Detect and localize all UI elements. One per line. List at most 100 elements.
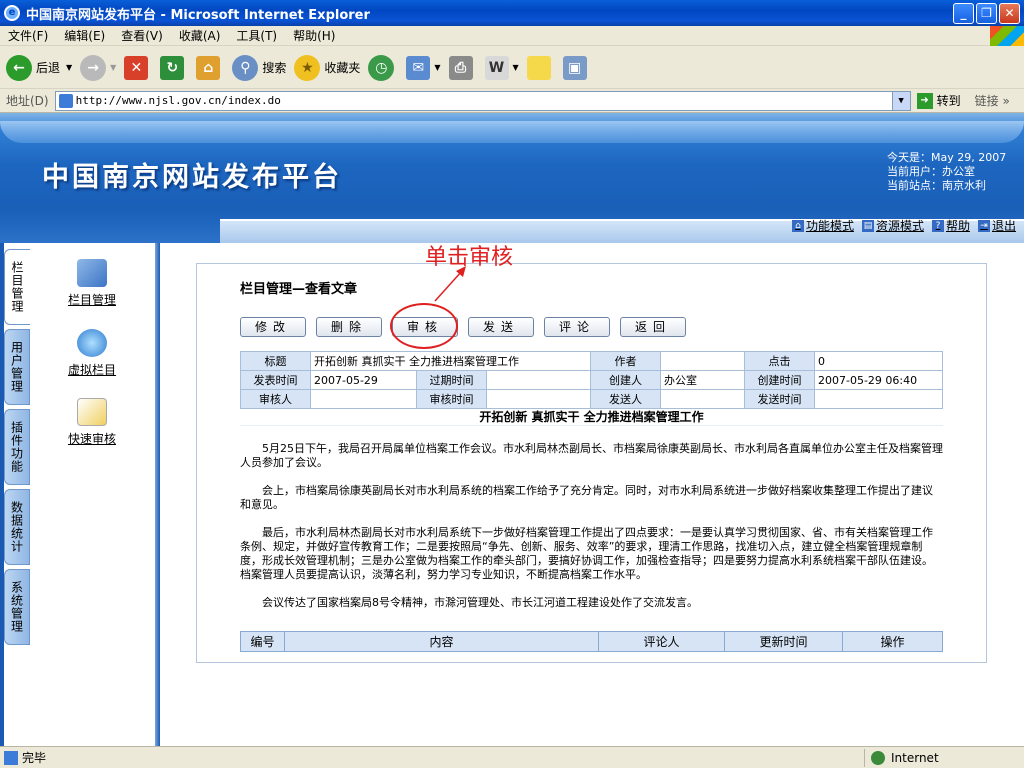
shortcut-column-management[interactable]: 栏目管理 <box>60 259 124 308</box>
star-icon: ★ <box>294 54 321 81</box>
back-button[interactable]: ← 后退 ▼ <box>6 54 72 81</box>
title-label: 标题 <box>240 351 311 371</box>
send-button[interactable]: 发送 <box>468 317 534 337</box>
virtual-column-icon <box>77 329 107 357</box>
stop-button[interactable]: ✕ <box>124 55 152 80</box>
comment-button[interactable]: 评论 <box>544 317 610 337</box>
links-button[interactable]: 链接 » <box>975 92 1010 109</box>
tab-plugins[interactable]: 插件功能 <box>4 409 30 485</box>
edit-dropdown-icon[interactable]: ▼ <box>513 63 519 72</box>
menu-favorites[interactable]: 收藏(A) <box>179 27 221 44</box>
article-meta-table: 标题 开拓创新 真抓实干 全力推进档案管理工作 作者 点击 0 发表时间 200… <box>240 351 943 409</box>
search-button[interactable]: ⚲ 搜索 <box>232 54 286 81</box>
side-tabs: 栏目管理 用户管理 插件功能 数据统计 系统管理 <box>4 249 30 649</box>
article-paragraph: 5月25日下午，我局召开局属单位档案工作会议。市水利局林杰副局长、市档案局徐康英… <box>240 442 943 469</box>
back-dropdown-icon[interactable]: ▼ <box>66 63 72 72</box>
menu-bar: 文件(F) 编辑(E) 查看(V) 收藏(A) 工具(T) 帮助(H) <box>0 26 1024 46</box>
window-titlebar: e 中国南京网站发布平台 - Microsoft Internet Explor… <box>0 0 1024 26</box>
status-text: 完毕 <box>22 751 47 765</box>
mail-dropdown-icon[interactable]: ▼ <box>434 63 440 72</box>
res-mode-label: 资源模式 <box>875 219 924 233</box>
tab-statistics[interactable]: 数据统计 <box>4 489 30 565</box>
menu-help[interactable]: 帮助(H) <box>293 27 335 44</box>
session-info: 今天是：May 29, 2007 当前用户：办公室 当前站点：南京水利 <box>887 151 1006 193</box>
page-viewport: 中国南京网站发布平台 今天是：May 29, 2007 当前用户：办公室 当前站… <box>0 113 1024 746</box>
discuss-button[interactable] <box>526 55 555 80</box>
back-arrow-icon: ← <box>6 54 32 81</box>
tab-column-management[interactable]: 栏目管理 <box>4 249 30 325</box>
page-title: 栏目管理—查看文章 <box>240 282 358 297</box>
delete-button[interactable]: 删除 <box>316 317 382 337</box>
refresh-button[interactable]: ↻ <box>160 55 188 80</box>
address-input[interactable]: http://www.njsl.gov.cn/index.do ▼ <box>54 90 911 111</box>
forward-dropdown-icon[interactable]: ▼ <box>110 63 116 72</box>
creator-value: 办公室 <box>660 370 745 390</box>
send-time-label: 发送时间 <box>744 389 815 409</box>
review-time-value <box>486 389 591 409</box>
go-arrow-icon: ➜ <box>916 92 933 109</box>
shortcut-label: 快速审核 <box>67 432 116 446</box>
mail-button[interactable]: ✉ ▼ <box>406 55 441 80</box>
return-button[interactable]: 返回 <box>620 317 686 337</box>
back-label: 后退 <box>36 61 61 75</box>
folder-users-icon <box>77 259 107 287</box>
create-time-label: 创建时间 <box>744 370 815 390</box>
address-dropdown-icon[interactable]: ▼ <box>891 91 910 110</box>
menu-tools[interactable]: 工具(T) <box>236 27 277 44</box>
help-link[interactable]: ? 帮助 <box>931 217 970 234</box>
print-button[interactable]: ⎙ <box>448 55 477 80</box>
func-mode-link[interactable]: ⌂ 功能模式 <box>791 217 854 234</box>
res-mode-link[interactable]: ▤ 资源模式 <box>861 217 924 234</box>
address-url[interactable]: http://www.njsl.gov.cn/index.do <box>76 94 281 107</box>
clicks-label: 点击 <box>744 351 815 371</box>
menu-edit[interactable]: 编辑(E) <box>64 27 105 44</box>
col-header-id: 编号 <box>240 631 285 652</box>
minimize-button[interactable]: _ <box>953 3 974 24</box>
modify-button[interactable]: 修改 <box>240 317 306 337</box>
author-value <box>660 351 745 371</box>
refresh-icon: ↻ <box>160 55 185 80</box>
home-button[interactable]: ⌂ <box>196 55 224 80</box>
shortcut-label: 虚拟栏目 <box>67 363 116 377</box>
shortcut-quick-review[interactable]: 快速审核 <box>60 398 124 447</box>
menu-file[interactable]: 文件(F) <box>8 27 48 44</box>
history-button[interactable]: ◷ <box>368 54 398 81</box>
left-panel: 栏目管理 用户管理 插件功能 数据统计 系统管理 栏目管理 虚拟栏目 快速审核 <box>0 243 160 746</box>
go-button[interactable]: ➜ 转到 <box>916 92 961 109</box>
article-heading: 开拓创新 真抓实干 全力推进档案管理工作 <box>479 410 704 424</box>
research-button[interactable]: ▣ <box>562 55 591 80</box>
today-text: 今天是：May 29, 2007 <box>887 151 1007 164</box>
close-button[interactable]: ✕ <box>999 3 1020 24</box>
expire-label: 过期时间 <box>416 370 487 390</box>
annotation-arrow <box>434 266 466 302</box>
shortcut-virtual-column[interactable]: 虚拟栏目 <box>60 329 124 378</box>
menu-view[interactable]: 查看(V) <box>121 27 163 44</box>
edit-button[interactable]: W ▼ <box>484 55 519 80</box>
article-body: 5月25日下午，我局召开局属单位档案工作会议。市水利局林杰副局长、市档案局徐康英… <box>240 425 943 612</box>
col-header-actions: 操作 <box>842 631 943 652</box>
page-icon <box>58 93 73 108</box>
home-icon: ⌂ <box>196 55 221 80</box>
reviewer-value <box>310 389 417 409</box>
tab-user-management[interactable]: 用户管理 <box>4 329 30 405</box>
favorites-button[interactable]: ★ 收藏夹 <box>294 54 360 81</box>
status-bar: 完毕 Internet <box>0 746 1024 768</box>
ie-logo-icon: e <box>4 5 20 21</box>
article-paragraph: 最后，市水利局林杰副局长对市水利局系统下一步做好档案管理工作提出了四点要求：一是… <box>240 526 933 581</box>
browser-toolbar: ← 后退 ▼ → ▼ ✕ ↻ ⌂ ⚲ 搜索 ★ 收藏夹 ◷ ✉ ▼ ⎙ W ▼ ▣ <box>0 47 1024 89</box>
site-title: 中国南京网站发布平台 <box>42 162 342 193</box>
zone-label: Internet <box>891 751 939 765</box>
tab-system-management[interactable]: 系统管理 <box>4 569 30 645</box>
logout-link[interactable]: ⇥ 退出 <box>977 217 1016 234</box>
review-time-label: 审核时间 <box>416 389 487 409</box>
forward-button[interactable]: → ▼ <box>80 54 116 81</box>
maximize-button[interactable]: ❐ <box>976 3 997 24</box>
article-paragraph: 会上，市档案局徐康英副局长对市水利局系统的档案工作给予了充分肯定。同时，对市水利… <box>240 484 933 511</box>
help-icon: ? <box>931 219 944 232</box>
page-icon <box>4 750 18 765</box>
logout-label: 退出 <box>991 219 1016 233</box>
mail-icon: ✉ <box>406 55 431 80</box>
search-icon: ⚲ <box>232 54 259 81</box>
go-label: 转到 <box>936 94 961 108</box>
shortcut-label: 栏目管理 <box>67 293 116 307</box>
